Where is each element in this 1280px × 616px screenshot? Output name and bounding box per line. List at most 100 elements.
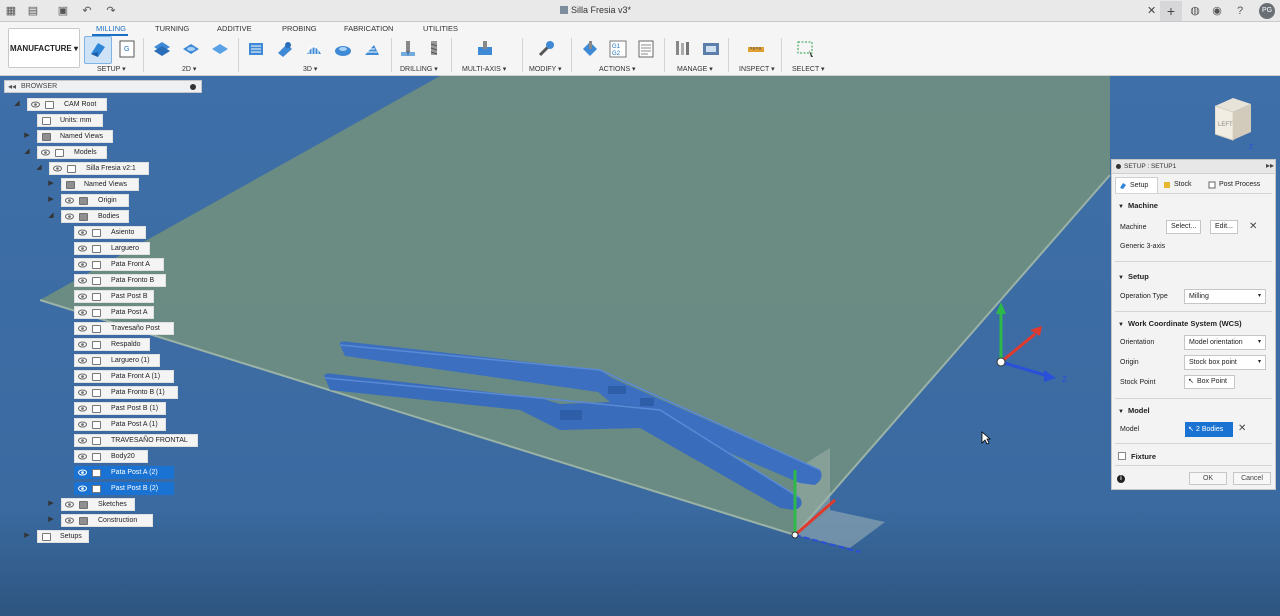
orientation-select[interactable]: Model orientation ▾ (1184, 335, 1266, 350)
visibility-eye-icon[interactable] (78, 357, 87, 364)
tab-post-process[interactable]: Post Process (1205, 177, 1273, 193)
select-box-icon[interactable] (796, 39, 816, 59)
contour-icon[interactable] (362, 39, 382, 59)
ok-button[interactable]: OK (1189, 472, 1227, 485)
visibility-eye-icon[interactable] (78, 373, 87, 380)
modify-icon[interactable] (536, 39, 556, 59)
visibility-eye-icon[interactable] (78, 245, 87, 252)
browser-node[interactable]: Pata Post A (2) (74, 466, 174, 479)
app-grid-icon[interactable]: ▦ (4, 4, 18, 18)
browser-node[interactable]: TRAVESAÑO FRONTAL (74, 434, 198, 447)
close-tab-icon[interactable]: ✕ (1147, 4, 1156, 17)
stock-point-button[interactable]: ↖ Box Point (1184, 375, 1235, 389)
cancel-button[interactable]: Cancel (1233, 472, 1271, 485)
browser-node[interactable]: Travesaño Post (74, 322, 174, 335)
browser-node[interactable]: Models (37, 146, 107, 159)
3d-adaptive-icon[interactable] (246, 39, 266, 59)
visibility-eye-icon[interactable] (78, 469, 87, 476)
model-selection-button[interactable]: ↖ 2 Bodies (1185, 422, 1233, 437)
visibility-eye-icon[interactable] (41, 149, 50, 156)
section-setup[interactable]: ▼ Setup (1118, 272, 1149, 281)
browser-node[interactable]: Pata Front A (74, 258, 164, 271)
machine-select-button[interactable]: Select... (1166, 220, 1202, 234)
visibility-eye-icon[interactable] (65, 197, 74, 204)
group-modify[interactable]: MODIFY ▾ (529, 65, 562, 73)
parallel-icon[interactable] (304, 39, 324, 59)
tree-expand-icon[interactable]: ▶ (47, 500, 55, 508)
workspace-switcher[interactable]: MANUFACTURE ▾ (8, 28, 80, 68)
browser-node[interactable]: Larguero (1) (74, 354, 160, 367)
visibility-eye-icon[interactable] (78, 277, 87, 284)
visibility-eye-icon[interactable] (78, 341, 87, 348)
visibility-eye-icon[interactable] (78, 389, 87, 396)
file-menu-icon[interactable]: ▤ (26, 4, 40, 18)
group-multi-axis[interactable]: MULTI-AXIS ▾ (462, 65, 506, 73)
visibility-eye-icon[interactable] (78, 309, 87, 316)
browser-node[interactable]: CAM Root (27, 98, 107, 111)
setup-icon[interactable] (88, 39, 108, 59)
browser-node[interactable]: Past Post B (1) (74, 402, 166, 415)
tab-stock[interactable]: Stock (1160, 177, 1202, 193)
browser-node[interactable]: Named Views (61, 178, 139, 191)
visibility-eye-icon[interactable] (78, 437, 87, 444)
tree-collapse-icon[interactable]: ◢ (13, 100, 21, 108)
browser-node[interactable]: Bodies (61, 210, 129, 223)
browser-node[interactable]: Pata Post A (1) (74, 418, 166, 431)
browser-node[interactable]: Past Post B (74, 290, 154, 303)
visibility-eye-icon[interactable] (65, 501, 74, 508)
browser-pin-icon[interactable] (190, 84, 196, 90)
setup-sheet-icon[interactable] (636, 39, 656, 59)
browser-node[interactable]: Origin (61, 194, 129, 207)
document-tab[interactable]: Silla Fresia v3* (560, 5, 631, 15)
measure-icon[interactable] (746, 39, 766, 59)
visibility-eye-icon[interactable] (65, 213, 74, 220)
tree-collapse-icon[interactable]: ◢ (35, 164, 43, 172)
browser-node[interactable]: Units: mm (37, 114, 103, 127)
browser-node[interactable]: Silla Fresia v2:1 (49, 162, 149, 175)
visibility-eye-icon[interactable] (78, 453, 87, 460)
scallop-icon[interactable] (333, 39, 353, 59)
2d-adaptive-icon[interactable] (152, 39, 172, 59)
tree-expand-icon[interactable]: ▶ (23, 532, 31, 540)
drill-icon[interactable] (398, 39, 418, 59)
redo-icon[interactable]: ↷ (104, 4, 118, 18)
browser-node[interactable]: Sketches (61, 498, 135, 511)
tree-collapse-icon[interactable]: ◢ (47, 212, 55, 220)
browser-node[interactable]: Body20 (74, 450, 148, 463)
tree-collapse-icon[interactable]: ◢ (23, 148, 31, 156)
fixture-checkbox[interactable] (1118, 452, 1126, 460)
post-process-icon[interactable]: G1 G2 (608, 39, 628, 59)
group-manage[interactable]: MANAGE ▾ (677, 65, 713, 73)
tree-expand-icon[interactable]: ▶ (47, 196, 55, 204)
browser-node[interactable]: Pata Post A (74, 306, 154, 319)
browser-node[interactable]: Past Post B (2) (74, 482, 174, 495)
operation-type-select[interactable]: Milling ▾ (1184, 289, 1266, 304)
browser-header[interactable]: ◂◂ BROWSER (4, 80, 202, 93)
visibility-eye-icon[interactable] (53, 165, 62, 172)
tree-expand-icon[interactable]: ▶ (23, 132, 31, 140)
group-2d[interactable]: 2D ▾ (182, 65, 196, 73)
section-fixture[interactable]: Fixture (1131, 452, 1156, 461)
visibility-eye-icon[interactable] (78, 325, 87, 332)
dialog-expand-icon[interactable]: ▸▸ (1266, 161, 1274, 170)
visibility-eye-icon[interactable] (78, 405, 87, 412)
undo-icon[interactable]: ↶ (80, 4, 94, 18)
browser-node[interactable]: Respaldo (74, 338, 150, 351)
browser-node[interactable]: Setups (37, 530, 89, 543)
browser-node[interactable]: Pata Front A (1) (74, 370, 174, 383)
browser-node[interactable]: Pata Fronto B (1) (74, 386, 178, 399)
visibility-eye-icon[interactable] (78, 293, 87, 300)
browser-node[interactable]: Construction (61, 514, 153, 527)
browser-node[interactable]: Asiento (74, 226, 146, 239)
section-model[interactable]: ▼ Model (1118, 406, 1150, 415)
machine-edit-button[interactable]: Edit... (1210, 220, 1238, 234)
browser-node[interactable]: Named Views (37, 130, 113, 143)
browser-node[interactable]: Larguero (74, 242, 150, 255)
simulate-icon[interactable] (580, 39, 600, 59)
tab-turning[interactable]: TURNING (155, 24, 189, 33)
graphics-viewport[interactable]: Z (0, 76, 1280, 616)
visibility-eye-icon[interactable] (78, 229, 87, 236)
tool-library-icon[interactable] (673, 39, 693, 59)
visibility-eye-icon[interactable] (31, 101, 40, 108)
save-icon[interactable]: ▣ (56, 4, 70, 18)
